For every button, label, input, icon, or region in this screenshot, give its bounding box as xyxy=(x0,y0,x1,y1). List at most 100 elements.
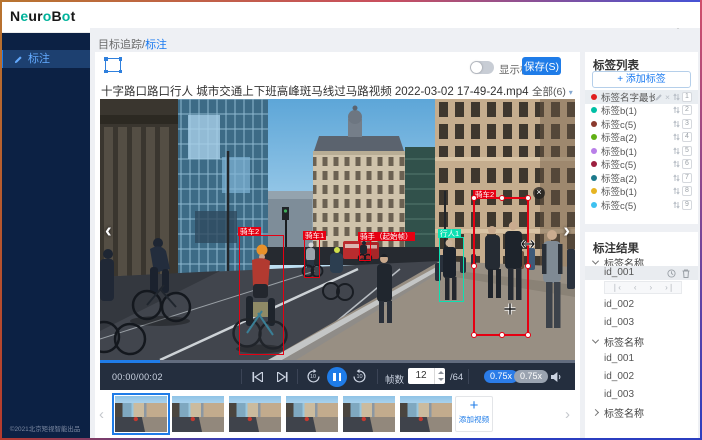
chevron-down-icon: ▾ xyxy=(569,88,573,97)
stepper-up-icon xyxy=(438,371,444,374)
add-video-button[interactable]: + 添加视频 xyxy=(455,396,493,432)
label-row[interactable]: 标签b(1)8 xyxy=(585,185,698,199)
sort-arrows-icon[interactable] xyxy=(673,147,680,155)
label-color-dot xyxy=(591,94,597,100)
resize-handle-nw[interactable] xyxy=(471,195,477,201)
label-color-dot xyxy=(591,175,597,181)
frame-number-input[interactable]: 12 xyxy=(408,368,434,384)
label-row[interactable]: 标签a(2)7 xyxy=(585,171,698,185)
sidebar-item-annotate[interactable]: 标注 xyxy=(0,50,90,68)
breadcrumb-parent[interactable]: 目标追踪 xyxy=(98,39,142,51)
pager-prev[interactable]: ‹ xyxy=(634,282,637,293)
shortcut-badge: 6 xyxy=(682,159,692,169)
pager-last[interactable]: ›❘ xyxy=(665,282,674,293)
label-row[interactable]: 标签b(1)5 xyxy=(585,144,698,158)
filmstrip-prev-chevron[interactable]: ‹ xyxy=(99,406,104,423)
label-row[interactable]: 标签c(5)3 xyxy=(585,117,698,131)
result-item[interactable]: id_001 xyxy=(585,352,698,366)
prev-frame-button[interactable] xyxy=(252,372,263,382)
trash-icon[interactable] xyxy=(682,269,690,278)
next-frame-chevron[interactable]: › xyxy=(563,221,570,241)
sort-arrows-icon[interactable] xyxy=(673,187,680,195)
forward-10-button[interactable]: 10 xyxy=(352,369,367,384)
label-list-panel: 标签列表 + 添加标签 标签名字最长数...×1 标签b(1)2 标签c(5)3… xyxy=(585,52,698,224)
pause-button[interactable] xyxy=(327,367,347,387)
resize-handle-s[interactable] xyxy=(499,332,505,338)
sort-arrows-icon[interactable] xyxy=(673,120,680,128)
result-item-selected[interactable]: id_001 xyxy=(585,266,698,280)
bbox-cyclist-1[interactable]: 骑车1 xyxy=(304,239,320,278)
volume-icon[interactable] xyxy=(550,371,563,383)
rect-select-tool[interactable] xyxy=(105,58,121,72)
edit-icon[interactable] xyxy=(655,93,663,101)
save-button[interactable]: 保存(S) xyxy=(522,57,561,75)
label-color-dot xyxy=(591,161,597,167)
bbox-label: 行人1 xyxy=(438,229,461,238)
sort-arrows-icon[interactable] xyxy=(673,93,680,101)
result-item[interactable]: id_002 xyxy=(585,298,698,312)
video-canvas[interactable]: 骑车2 骑车1 骑手（起始帧） 行人1 骑车2 × ‹ › xyxy=(100,99,575,360)
prev-frame-chevron[interactable]: ‹ xyxy=(105,221,112,241)
label-row[interactable]: 标签c(5)6 xyxy=(585,158,698,172)
video-thumbnail[interactable] xyxy=(286,396,338,432)
sidebar-item-label: 标注 xyxy=(28,50,50,68)
shortcut-badge: 9 xyxy=(682,200,692,210)
bbox-pedestrian-1[interactable]: 行人1 xyxy=(439,237,464,302)
result-group-header[interactable]: 标签名称 xyxy=(585,334,698,348)
bbox-rider-start-frame[interactable]: 骑手（起始帧） xyxy=(359,240,371,261)
add-label-button[interactable]: + 添加标签 xyxy=(592,71,691,88)
speed-pill-active[interactable]: 0.75x xyxy=(484,370,518,383)
resize-handle-sw[interactable] xyxy=(471,332,477,338)
delete-icon[interactable]: × xyxy=(665,92,670,102)
rewind-10-button[interactable]: 10 xyxy=(306,369,321,384)
pager-first[interactable]: ❘‹ xyxy=(611,282,620,293)
shortcut-badge: 3 xyxy=(682,119,692,129)
video-thumbnail[interactable] xyxy=(229,396,281,432)
video-thumbnail[interactable] xyxy=(115,396,167,432)
sort-arrows-icon[interactable] xyxy=(673,106,680,114)
next-frame-button[interactable] xyxy=(277,372,288,382)
bbox-cyclist-2-selected[interactable]: 骑车2 xyxy=(473,197,529,336)
sort-arrows-icon[interactable] xyxy=(673,174,680,182)
resize-handle-n[interactable] xyxy=(499,195,505,201)
resize-handle-e[interactable] xyxy=(525,263,531,269)
pencil-icon xyxy=(14,55,23,64)
bbox-label: 骑手（起始帧） xyxy=(358,232,415,241)
video-title: 十字路口路口行人 城市交通上下班高峰斑马线过马路视频 2022-03-02 17… xyxy=(101,83,501,99)
result-group-header[interactable]: 标签名称 xyxy=(585,405,698,419)
frame-total-label: /64 xyxy=(450,372,463,383)
bbox-cyclist-2[interactable]: 骑车2 xyxy=(239,235,284,355)
bbox-label: 骑车2 xyxy=(238,227,261,236)
speed-pill-secondary[interactable]: 0.75x xyxy=(514,370,548,383)
frame-number-stepper[interactable] xyxy=(434,368,445,384)
filter-dropdown[interactable]: 全部(6) ▾ xyxy=(532,84,573,99)
label-row[interactable]: 标签a(2)4 xyxy=(585,131,698,145)
label-row[interactable]: 标签c(5)9 xyxy=(585,198,698,212)
resize-handle-ne[interactable] xyxy=(525,195,531,201)
label-row[interactable]: 标签名字最长数...×1 xyxy=(585,90,698,104)
sort-arrows-icon[interactable] xyxy=(673,133,680,141)
breadcrumb-current: 标注 xyxy=(145,39,167,51)
chevron-right-icon xyxy=(592,408,599,415)
show-annotation-toggle[interactable] xyxy=(470,61,494,74)
video-thumbnail[interactable] xyxy=(400,396,452,432)
top-header xyxy=(90,0,702,28)
history-icon[interactable] xyxy=(667,269,676,278)
result-item[interactable]: id_003 xyxy=(585,388,698,402)
result-item[interactable]: id_003 xyxy=(585,316,698,330)
stepper-down-icon xyxy=(438,378,444,381)
result-item[interactable]: id_002 xyxy=(585,370,698,384)
video-thumbnail[interactable] xyxy=(343,396,395,432)
label-row[interactable]: 标签b(1)2 xyxy=(585,104,698,118)
resize-handle-se[interactable] xyxy=(525,332,531,338)
resize-handle-w[interactable] xyxy=(471,263,477,269)
pager-next[interactable]: › xyxy=(649,282,652,293)
video-thumbnail[interactable] xyxy=(172,396,224,432)
sort-arrows-icon[interactable] xyxy=(673,201,680,209)
filmstrip-next-chevron[interactable]: › xyxy=(565,406,570,423)
shortcut-badge: 5 xyxy=(682,146,692,156)
sort-arrows-icon[interactable] xyxy=(673,160,680,168)
label-color-dot xyxy=(591,188,597,194)
delete-box-button[interactable]: × xyxy=(533,187,545,199)
label-color-dot xyxy=(591,134,597,140)
